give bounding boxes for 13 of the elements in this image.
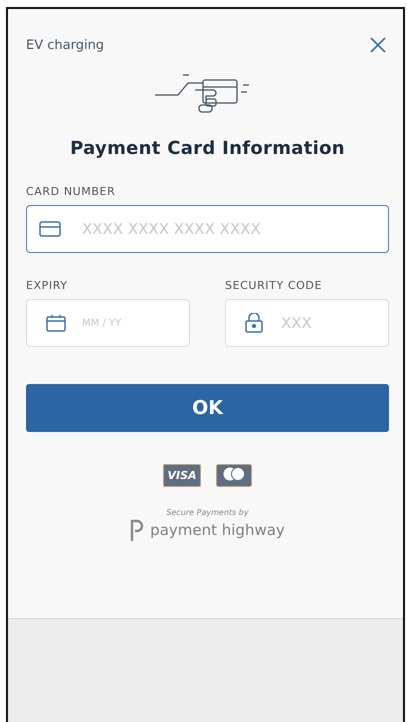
dialog-title: EV charging <box>26 38 104 52</box>
close-button[interactable] <box>369 36 387 54</box>
visa-logo: VISA <box>163 464 201 487</box>
heading: Payment Card Information <box>69 138 346 159</box>
brand-name: payment highway <box>150 521 285 539</box>
brand-logo-icon <box>130 519 144 541</box>
field-label: EXPIRY <box>26 279 69 292</box>
field-label: CARD NUMBER <box>26 185 116 198</box>
field-label: SECURITY CODE <box>225 279 324 292</box>
ok-button[interactable]: OK <box>26 384 389 432</box>
secure-caption: Secure Payments by <box>166 508 249 517</box>
mastercard-logo <box>216 464 252 487</box>
close-icon <box>369 36 387 54</box>
